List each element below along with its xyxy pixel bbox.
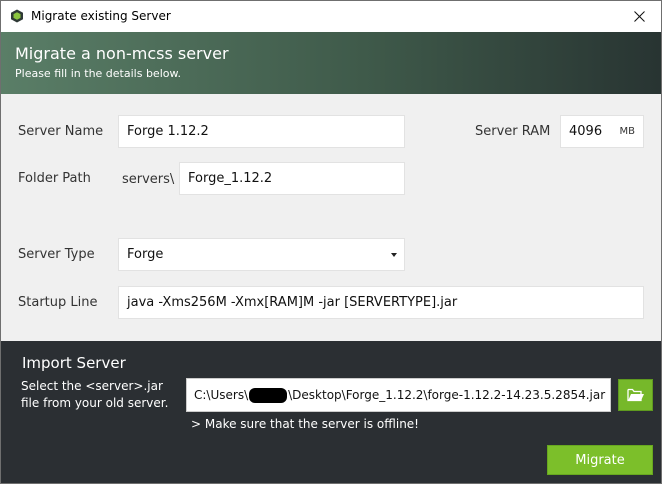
browse-folder-button[interactable] <box>618 379 653 411</box>
folder-path-value: Forge_1.12.2 <box>188 171 273 186</box>
server-name-value: Forge 1.12.2 <box>127 124 209 139</box>
import-server-description: Select the <server>.jar file from your o… <box>21 379 169 410</box>
server-ram-value: 4096 <box>569 124 603 139</box>
chevron-down-icon <box>391 252 397 257</box>
server-type-select[interactable]: Forge <box>118 238 405 271</box>
server-type-selected: Forge <box>127 247 164 262</box>
header-banner: Migrate a non-mcss server Please fill in… <box>1 32 661 94</box>
header-title: Migrate a non-mcss server <box>15 44 229 63</box>
startup-line-label: Startup Line <box>18 295 98 310</box>
window-title: Migrate existing Server <box>31 9 171 23</box>
startup-line-input[interactable]: java -Xms256M -Xmx[RAM]M -jar [SERVERTYP… <box>118 286 644 319</box>
close-icon <box>633 11 645 22</box>
server-ram-unit: MB <box>619 126 636 137</box>
server-name-input[interactable]: Forge 1.12.2 <box>118 115 405 148</box>
server-name-label: Server Name <box>18 124 104 139</box>
server-ram-input[interactable]: 4096 MB <box>560 115 644 148</box>
migrate-button-label: Migrate <box>575 452 625 468</box>
import-server-title: Import Server <box>22 354 126 372</box>
offline-warning: > Make sure that the server is offline! <box>191 417 419 431</box>
jar-path-input[interactable]: C:\Users\ \Desktop\Forge_1.12.2\forge-1.1… <box>186 378 611 412</box>
title-bar: Migrate existing Server <box>1 1 661 32</box>
close-button[interactable] <box>617 1 661 32</box>
header-subtitle: Please fill in the details below. <box>15 67 181 80</box>
folder-path-prefix: servers\ <box>122 172 175 187</box>
app-logo-icon <box>11 9 23 23</box>
import-server-section: Import Server Select the <server>.jar fi… <box>1 341 661 483</box>
folder-path-label: Folder Path <box>18 171 91 186</box>
folder-path-input[interactable]: Forge_1.12.2 <box>179 162 405 195</box>
jar-path-start: C:\Users\ <box>194 388 249 402</box>
jar-path-end: \Desktop\Forge_1.12.2\forge-1.12.2-14.23… <box>288 388 606 402</box>
migrate-server-window: Migrate existing Server Migrate a non-mc… <box>0 0 662 484</box>
startup-line-value: java -Xms256M -Xmx[RAM]M -jar [SERVERTYP… <box>127 295 458 310</box>
redacted-username <box>249 387 288 403</box>
server-ram-label: Server RAM <box>475 124 551 139</box>
server-type-label: Server Type <box>18 247 95 262</box>
folder-open-icon <box>626 388 644 402</box>
migrate-button[interactable]: Migrate <box>547 445 653 475</box>
